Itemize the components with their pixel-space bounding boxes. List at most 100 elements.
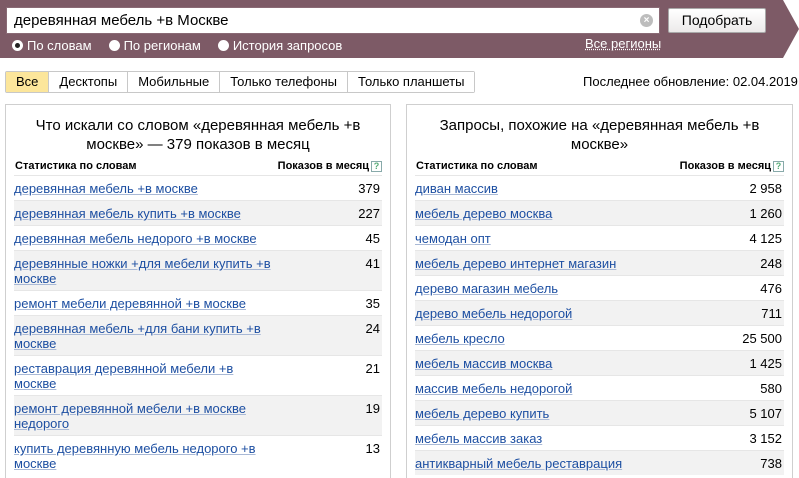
query-link[interactable]: массив мебель недорогой (415, 376, 572, 400)
query-link[interactable]: мебель дерево интернет магазин (415, 251, 616, 275)
query-link[interactable]: купить деревянную мебель недорого +в мос… (14, 436, 279, 475)
query-count: 24 (365, 321, 380, 336)
radio-by-regions-label[interactable]: По регионам (124, 38, 201, 53)
table-row: деревянные ножки +для мебели купить +в м… (14, 250, 382, 290)
query-count: 4 125 (749, 231, 782, 246)
table-row: мебель массив москва 1 425 (415, 350, 784, 375)
query-count: 3 152 (749, 431, 782, 446)
radio-by-words[interactable]: По словам (12, 38, 92, 53)
table-row: деревянная мебель купить +в москве 227 (14, 200, 382, 225)
table-row: купить деревянную мебель недорого +в мос… (14, 435, 382, 475)
tab-mobile[interactable]: Мобильные (127, 72, 220, 92)
query-count: 227 (358, 206, 380, 221)
query-count: 25 500 (742, 331, 782, 346)
query-count: 5 107 (749, 406, 782, 421)
query-link[interactable]: ремонт деревянной мебели +в москве недор… (14, 396, 279, 435)
radio-unchecked-icon[interactable] (217, 39, 229, 51)
search-input-value[interactable]: деревянная мебель +в Москве (14, 12, 229, 29)
table-row: мебель дерево интернет магазин 248 (415, 250, 784, 275)
table-row: дерево мебель недорогой 711 (415, 300, 784, 325)
table-row: ремонт мебели деревянной +в москве 35 (14, 290, 382, 315)
query-count: 35 (365, 296, 380, 311)
query-count: 248 (760, 256, 782, 271)
query-count: 580 (760, 381, 782, 396)
query-link[interactable]: мебель массив москва (415, 351, 552, 375)
right-rows: диван массив 2 958 мебель дерево москва … (415, 175, 784, 475)
query-link[interactable]: мебель массив заказ (415, 426, 542, 450)
submit-button[interactable]: Подобрать (668, 8, 766, 33)
help-icon[interactable]: ? (371, 160, 382, 172)
radio-by-regions[interactable]: По регионам (108, 38, 201, 53)
radio-history[interactable]: История запросов (217, 38, 343, 53)
query-link[interactable]: антикварный мебель реставрация (415, 451, 622, 475)
table-row: реставрация деревянной мебели +в москве … (14, 355, 382, 395)
query-count: 13 (365, 441, 380, 456)
table-row: мебель дерево купить 5 107 (415, 400, 784, 425)
search-mode-group: По словам По регионам История запросов (12, 37, 359, 53)
right-col-count-header: Показов в месяц ? (680, 160, 784, 172)
tab-all[interactable]: Все (6, 72, 49, 92)
table-row: мебель массив заказ 3 152 (415, 425, 784, 450)
tab-tablets-only[interactable]: Только планшеты (347, 72, 475, 92)
last-updated: Последнее обновление: 02.04.2019 (583, 74, 798, 89)
table-row: массив мебель недорогой 580 (415, 375, 784, 400)
clear-icon[interactable]: × (640, 14, 653, 27)
left-col-count-label: Показов в месяц (277, 160, 369, 172)
query-count: 1 260 (749, 206, 782, 221)
query-link[interactable]: дерево мебель недорогой (415, 301, 572, 325)
table-row: дерево магазин мебель 476 (415, 275, 784, 300)
right-panel-title: Запросы, похожие на «деревянная мебель +… (439, 117, 760, 153)
table-row: мебель дерево москва 1 260 (415, 200, 784, 225)
all-regions-link[interactable]: Все регионы (585, 36, 661, 51)
left-col-count-header: Показов в месяц ? (278, 160, 382, 172)
table-row: мебель кресло 25 500 (415, 325, 784, 350)
query-link[interactable]: мебель дерево москва (415, 201, 552, 225)
left-panel: Что искали со словом «деревянная мебель … (5, 104, 391, 478)
query-count: 45 (365, 231, 380, 246)
table-row: деревянная мебель +для бани купить +в мо… (14, 315, 382, 355)
search-input[interactable]: деревянная мебель +в Москве × (6, 7, 660, 34)
help-icon[interactable]: ? (773, 160, 784, 172)
search-header: деревянная мебель +в Москве × Подобрать … (0, 0, 799, 58)
right-col-query-header: Статистика по словам (416, 160, 538, 172)
query-count: 21 (365, 361, 380, 376)
query-count: 711 (761, 306, 782, 321)
query-link[interactable]: чемодан опт (415, 226, 491, 250)
radio-history-label[interactable]: История запросов (233, 38, 343, 53)
query-count: 2 958 (749, 181, 782, 196)
table-row: ремонт деревянной мебели +в москве недор… (14, 395, 382, 435)
query-link[interactable]: деревянная мебель +в москве (14, 176, 198, 200)
right-col-count-label: Показов в месяц (679, 160, 771, 172)
left-panel-title: Что искали со словом «деревянная мебель … (35, 117, 361, 153)
left-col-query-header: Статистика по словам (15, 160, 137, 172)
tab-phones-only[interactable]: Только телефоны (219, 72, 348, 92)
right-panel: Запросы, похожие на «деревянная мебель +… (406, 104, 793, 478)
query-link[interactable]: деревянные ножки +для мебели купить +в м… (14, 251, 279, 290)
query-count: 19 (365, 401, 380, 416)
query-count: 1 425 (749, 356, 782, 371)
query-count: 379 (358, 181, 380, 196)
query-link[interactable]: реставрация деревянной мебели +в москве (14, 356, 279, 395)
query-link[interactable]: мебель дерево купить (415, 401, 549, 425)
query-link[interactable]: диван массив (415, 176, 498, 200)
tab-desktops[interactable]: Десктопы (48, 72, 128, 92)
radio-unchecked-icon[interactable] (108, 39, 120, 51)
query-link[interactable]: ремонт мебели деревянной +в москве (14, 291, 246, 315)
query-link[interactable]: деревянная мебель недорого +в москве (14, 226, 257, 250)
query-link[interactable]: деревянная мебель +для бани купить +в мо… (14, 316, 279, 355)
query-count: 476 (760, 281, 782, 296)
query-link[interactable]: дерево магазин мебель (415, 276, 558, 300)
table-row: антикварный мебель реставрация 738 (415, 450, 784, 475)
left-rows: деревянная мебель +в москве 379 деревянн… (14, 175, 382, 475)
table-row: чемодан опт 4 125 (415, 225, 784, 250)
query-count: 41 (365, 256, 380, 271)
radio-by-words-label[interactable]: По словам (27, 38, 92, 53)
table-row: деревянная мебель +в москве 379 (14, 175, 382, 200)
radio-checked-icon[interactable] (12, 39, 23, 51)
table-row: деревянная мебель недорого +в москве 45 (14, 225, 382, 250)
table-row: диван массив 2 958 (415, 175, 784, 200)
query-link[interactable]: деревянная мебель купить +в москве (14, 201, 241, 225)
query-count: 738 (760, 456, 782, 471)
device-tabs: Все Десктопы Мобильные Только телефоны Т… (5, 71, 476, 93)
query-link[interactable]: мебель кресло (415, 326, 505, 350)
